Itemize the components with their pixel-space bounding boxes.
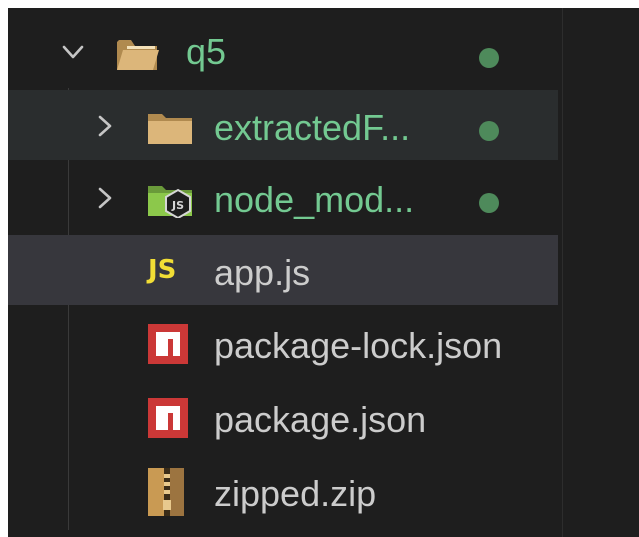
zip-icon [148, 468, 184, 516]
tree-item-label: app.js [214, 252, 311, 293]
folder-icon [148, 114, 192, 144]
tree-item-label: package-lock.json [214, 325, 503, 366]
svg-text:JS: JS [171, 199, 184, 212]
tree-item-label: node_mod... [214, 179, 415, 220]
tree-item-label: package.json [214, 399, 427, 440]
npm-icon [148, 324, 188, 364]
tree-item-file[interactable]: zipped.zip [8, 458, 558, 528]
node-folder-icon: JS [148, 186, 192, 218]
chevron-down-icon[interactable] [61, 40, 85, 64]
js-file-icon: JS [148, 255, 177, 285]
tree-item-file[interactable]: package.json [8, 384, 558, 454]
chevron-right-icon[interactable] [93, 186, 117, 210]
status-dot [479, 193, 499, 213]
tree-item-folder[interactable]: extractedF... [8, 90, 558, 160]
tree-item-folder[interactable]: JS node_mod... [8, 162, 558, 232]
tree-item-label: zipped.zip [214, 473, 377, 514]
panel-divider [562, 8, 563, 537]
tree-item-label: extractedF... [214, 107, 411, 148]
status-dot [479, 48, 499, 68]
tree-item-file[interactable]: JS app.js [8, 235, 558, 305]
file-explorer: q5 extractedF... JS node_mod... JS app.j… [8, 8, 639, 537]
tree-item-label: q5 [186, 31, 227, 72]
chevron-right-icon[interactable] [93, 114, 117, 138]
tree-item-file[interactable]: package-lock.json [8, 310, 558, 380]
status-dot [479, 121, 499, 141]
npm-icon [148, 398, 188, 438]
tree-item-root-folder[interactable]: q5 [8, 18, 558, 88]
folder-open-icon [117, 40, 159, 70]
